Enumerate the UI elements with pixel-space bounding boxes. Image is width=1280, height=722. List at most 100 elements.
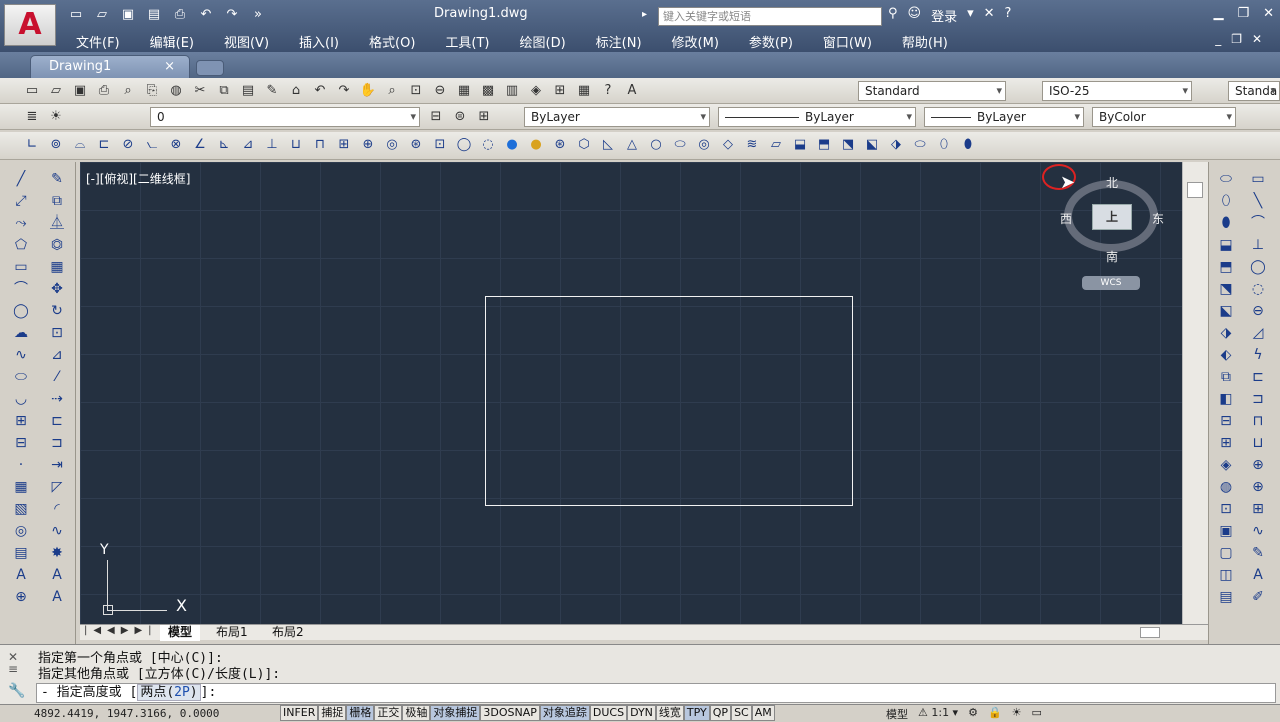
menu-draw[interactable]: 绘图(D) [504,30,580,53]
menu-parametric[interactable]: 参数(P) [733,30,807,53]
cut-icon[interactable]: ✂ [190,81,210,101]
binoculars-icon[interactable]: ⚲ [888,6,898,25]
menu-tools[interactable]: 工具(T) [429,30,503,53]
intersect-icon[interactable]: ⬮ [958,135,978,155]
color-select[interactable]: ByLayer [524,107,710,127]
viewport-controls[interactable]: [-][俯视][二维线框] [86,170,190,187]
check-icon[interactable]: ▢ [1215,544,1237,562]
toggle-ducs[interactable]: DUCS [589,705,628,721]
exchange-icon[interactable]: ✕ [984,6,995,25]
bracket3-icon[interactable]: ⊓ [1247,412,1269,430]
make-block-icon[interactable]: ⊟ [10,434,32,452]
toggle-tpy[interactable]: TPY [683,705,710,721]
markup-icon[interactable]: ⊞ [550,81,570,101]
insert-block-icon[interactable]: ⊞ [10,412,32,430]
explode-icon[interactable]: ✸ [46,544,68,562]
calculator-icon[interactable]: ▦ [574,81,594,101]
bulb-icon[interactable]: ☀ [46,107,66,127]
wcs-menu[interactable]: WCS [1082,276,1140,290]
visual-style-icon[interactable]: ⊡ [430,135,450,155]
polyline-icon[interactable]: ⤳ [10,214,32,232]
print-icon[interactable]: ⎙ [170,6,190,24]
break-icon[interactable]: ⊓ [310,135,330,155]
imprint-icon[interactable]: ◈ [1215,456,1237,474]
sheetset-icon[interactable]: ◈ [526,81,546,101]
tab-layout2[interactable]: 布局2 [264,625,312,641]
plotstyle-select[interactable]: ByColor [1092,107,1236,127]
diameter-icon[interactable]: ⊗ [166,135,186,155]
shell-icon[interactable]: ▣ [1215,522,1237,540]
coordinate-readout[interactable]: 4892.4419, 1947.3166, 0.0000 [34,707,219,720]
intersect-icon[interactable]: ⬮ [1215,214,1237,232]
thicken-icon[interactable]: ▤ [1215,588,1237,606]
toggle-grid[interactable]: 栅格 [346,705,375,721]
qnew-icon[interactable]: ▭ [22,81,42,101]
rectangle-icon[interactable]: ▭ [10,258,32,276]
more-icon[interactable]: » [248,6,268,24]
center2-icon[interactable]: ⊕ [1247,478,1269,496]
make-current-icon[interactable]: ⊟ [426,107,446,127]
color-faces-icon[interactable]: ◧ [1215,390,1237,408]
linetype-select[interactable]: ByLayer [718,107,916,127]
offset-faces-icon[interactable]: ⬔ [1215,280,1237,298]
command-option-2p[interactable]: 两点(2P) [137,684,201,701]
layer-manager-icon[interactable]: ≣ [22,107,42,127]
toggle-infer[interactable]: INFER [280,705,319,721]
break-icon[interactable]: ⊐ [46,434,68,452]
hatch-icon[interactable]: ▦ [10,478,32,496]
subtract-icon[interactable]: ⬯ [1215,192,1237,210]
separate-icon[interactable]: ⊡ [1215,500,1237,518]
erase-icon[interactable]: ✎ [46,170,68,188]
text-style-select[interactable]: Standard [858,81,1006,101]
toggle-otrack[interactable]: 对象追踪 [539,705,590,721]
close-icon[interactable]: ✕ [1263,6,1274,21]
dim-style-select[interactable]: ISO-25 [1042,81,1192,101]
copy-faces-icon[interactable]: ⧉ [1215,368,1237,386]
menu-modify[interactable]: 修改(M) [656,30,733,53]
subtract-icon[interactable]: ⬯ [934,135,954,155]
toggle-polar[interactable]: 极轴 [402,705,431,721]
menu-edit[interactable]: 编辑(E) [134,30,208,53]
copy-edges-icon[interactable]: ⊟ [1215,412,1237,430]
horizontal-scroll-thumb[interactable] [1140,627,1160,638]
rotate-faces-icon[interactable]: ⬗ [1215,324,1237,342]
tolerance-icon[interactable]: ⊞ [1247,500,1269,518]
block-editor-icon[interactable]: ⌂ [286,81,306,101]
bracket-icon[interactable]: ⊏ [1247,368,1269,386]
cylinder-icon[interactable]: ⬭ [670,135,690,155]
conceptual-icon[interactable]: ● [526,135,546,155]
toggle-am[interactable]: AM [751,705,775,721]
planar-icon[interactable]: ▱ [766,135,786,155]
pyramid-icon[interactable]: ◇ [718,135,738,155]
viewcube[interactable]: 北 西 东 南 上 WCS [1060,172,1170,292]
layer-previous-icon[interactable]: ⊜ [450,107,470,127]
ellipse-icon[interactable]: ⬭ [10,368,32,386]
continue-icon[interactable]: ⊥ [262,135,282,155]
layer-select[interactable]: 0 [150,107,420,127]
redo-icon[interactable]: ↷ [334,81,354,101]
zoom-realtime-icon[interactable]: ⌕ [382,81,402,101]
center-icon[interactable]: ⊕ [1247,456,1269,474]
toggle-ortho[interactable]: 正交 [374,705,403,721]
table-style-select[interactable]: Standa [1228,81,1280,101]
wedge-icon[interactable]: ◺ [598,135,618,155]
help-icon[interactable]: ? [598,81,618,101]
pan-icon[interactable]: ✋ [358,81,378,101]
walk-icon[interactable]: ⊛ [406,135,426,155]
cone-icon[interactable]: △ [622,135,642,155]
hidden-icon[interactable]: ◌ [478,135,498,155]
properties-icon[interactable]: ▦ [454,81,474,101]
text-icon[interactable]: A [1247,566,1269,584]
undo-icon[interactable]: ↶ [310,81,330,101]
revolve-icon[interactable]: ⬕ [862,135,882,155]
viewcube-top-face[interactable]: 上 [1092,204,1132,230]
region-icon[interactable]: ◎ [10,522,32,540]
new-tab-button[interactable] [196,60,224,76]
line-icon[interactable]: ╱ [10,170,32,188]
table-icon[interactable]: ▤ [10,544,32,562]
polysolid-icon[interactable]: ▭ [1247,170,1269,188]
space-icon[interactable]: ⊔ [286,135,306,155]
torus-icon[interactable]: ◎ [694,135,714,155]
open-icon[interactable]: ▱ [92,6,112,24]
quick-dim-icon[interactable]: ⊾ [214,135,234,155]
